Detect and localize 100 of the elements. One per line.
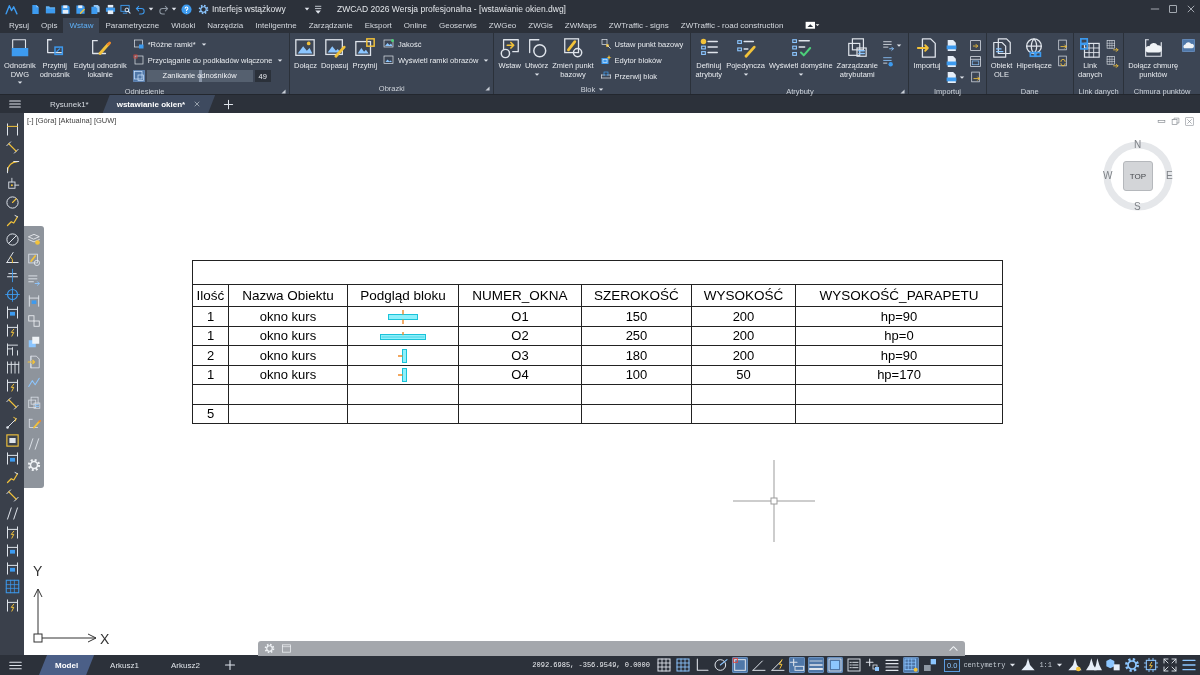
layout-tab[interactable]: Arkusz1	[94, 655, 155, 675]
baseline-dimension-icon[interactable]	[4, 341, 20, 357]
help-icon[interactable]	[181, 3, 192, 15]
arc-dimension-icon[interactable]	[4, 158, 20, 174]
aligned-dimension-icon[interactable]	[4, 487, 20, 503]
dimension-icon[interactable]	[4, 304, 20, 320]
frame-icon[interactable]	[132, 70, 145, 82]
floppy-disk-pencil-icon[interactable]	[75, 3, 86, 15]
cursor-input-icon[interactable]	[788, 657, 805, 673]
ribbon-tab[interactable]: Inteligentne	[249, 18, 303, 33]
file-icon[interactable]	[944, 70, 958, 84]
dimension-lightning-icon[interactable]	[4, 378, 20, 394]
ribbon-tab[interactable]: ZWGis	[522, 18, 559, 33]
layout-tab[interactable]: Arkusz2	[155, 655, 216, 675]
ribbon-tab[interactable]: Geoserwis	[432, 18, 483, 33]
document-tab[interactable]: wstawianie okien*	[102, 95, 216, 113]
layout-tab[interactable]: Model	[39, 655, 95, 675]
caret-icon[interactable]	[895, 42, 902, 48]
grid-icon[interactable]	[902, 657, 919, 673]
gear-icon[interactable]	[1124, 657, 1140, 673]
ribbon-tab[interactable]: Parametryczne	[99, 18, 166, 33]
ribbon-tab[interactable]: Opis	[35, 18, 64, 33]
documents-icon[interactable]	[90, 3, 101, 15]
dimension-lightning-icon[interactable]	[4, 323, 20, 339]
ribbon-tab[interactable]: Rysuj	[3, 18, 35, 33]
angle-icon[interactable]	[750, 657, 767, 673]
window-icon[interactable]	[968, 54, 982, 68]
fullscreen-icon[interactable]	[1162, 657, 1178, 673]
aligned-dimension-icon[interactable]	[4, 396, 20, 412]
document-refresh-icon[interactable]	[1055, 54, 1069, 68]
squares-icon[interactable]	[921, 657, 938, 673]
parallel-lines-icon[interactable]	[4, 268, 20, 284]
lines-icon[interactable]	[807, 657, 824, 673]
printer-icon[interactable]	[105, 3, 116, 15]
launcher-arrow-icon[interactable]	[281, 89, 286, 94]
plus-squares-icon[interactable]	[864, 657, 881, 673]
annotation-scale-icon[interactable]	[1020, 657, 1037, 673]
linear-dimension-icon[interactable]	[4, 122, 20, 137]
launcher-arrow-icon[interactable]	[900, 89, 906, 94]
table-arrow-icon[interactable]	[1106, 38, 1120, 52]
folder-icon[interactable]	[45, 3, 56, 15]
continue-dimension-icon[interactable]	[4, 359, 20, 375]
dimension-icon[interactable]	[4, 451, 20, 467]
launcher-arrow-icon[interactable]	[485, 86, 491, 91]
jogged-line-icon[interactable]	[4, 469, 20, 485]
workspace-dropdown[interactable]: Interfejs wstążkowy	[198, 3, 310, 15]
ribbon-toggle-icon[interactable]	[805, 20, 821, 31]
leader-icon[interactable]	[4, 414, 20, 430]
chip-icon[interactable]	[1143, 657, 1159, 673]
plus-icon[interactable]	[223, 98, 235, 110]
list-dot-icon[interactable]	[881, 54, 895, 68]
list-icon[interactable]	[845, 657, 862, 673]
file-icon[interactable]	[944, 38, 958, 52]
ribbon-tab[interactable]: Narzędzia	[201, 18, 250, 33]
grid-icon[interactable]	[655, 657, 672, 673]
monitor-magnifier-icon[interactable]	[120, 3, 131, 15]
shapes-icon[interactable]	[1105, 657, 1121, 673]
annotation-visibility-icon[interactable]	[1067, 657, 1083, 673]
undo-icon[interactable]	[135, 3, 146, 15]
plus-icon[interactable]	[223, 659, 236, 671]
dimension-icon[interactable]	[4, 561, 20, 577]
ribbon-tab[interactable]: ZWMaps	[558, 18, 603, 33]
stacked-squares-icon[interactable]	[27, 334, 41, 349]
cloud-icon[interactable]	[1182, 38, 1196, 52]
caret-icon[interactable]	[958, 74, 965, 80]
ribbon-tab[interactable]: ZWTraffic - road construction	[674, 18, 790, 33]
ribbon-tab[interactable]: Zarządzanie	[302, 18, 359, 33]
list-arrow-icon[interactable]	[881, 38, 895, 52]
square-snap-icon[interactable]	[731, 657, 748, 673]
document-icon[interactable]	[30, 3, 41, 15]
ribbon-tab[interactable]: ZWTraffic - signs	[602, 18, 675, 33]
lines-icon[interactable]	[883, 657, 900, 673]
menu-icon[interactable]	[1181, 657, 1197, 673]
view-cube[interactable]: TOP	[1123, 161, 1153, 191]
ribbon-tab[interactable]: ZWGeo	[482, 18, 523, 33]
table-arrow-icon[interactable]	[1106, 54, 1120, 68]
close-icon[interactable]	[193, 100, 202, 108]
slanted-lines-icon[interactable]	[4, 506, 20, 522]
aligned-dimension-icon[interactable]	[4, 140, 20, 156]
dimension-lightning-icon[interactable]	[4, 524, 20, 540]
angle-dimension-icon[interactable]	[4, 250, 20, 266]
ribbon-tab[interactable]: Widoki	[165, 18, 202, 33]
redo-icon[interactable]	[158, 3, 169, 15]
dimension-icon[interactable]	[4, 542, 20, 558]
ribbon-tab[interactable]: Eksport	[358, 18, 398, 33]
diameter-dimension-icon[interactable]	[4, 231, 20, 247]
caret-icon[interactable]	[171, 6, 177, 12]
document-tab[interactable]: Rysunek1*	[36, 95, 103, 113]
caret-icon[interactable]	[148, 6, 154, 12]
file-icon[interactable]	[944, 54, 958, 68]
angle-lightning-icon[interactable]	[769, 657, 786, 673]
frame-icon[interactable]	[4, 433, 20, 449]
dimension-lightning-icon[interactable]	[4, 597, 20, 613]
annotation-add-icon[interactable]	[1086, 657, 1102, 673]
grid-icon[interactable]	[674, 657, 691, 673]
circle-angle-icon[interactable]	[712, 657, 729, 673]
radius-dimension-icon[interactable]	[4, 195, 20, 211]
square-icon[interactable]	[826, 657, 843, 673]
ribbon-tab[interactable]: Wstaw	[63, 18, 100, 33]
ribbon-tab[interactable]: Online	[397, 18, 433, 33]
